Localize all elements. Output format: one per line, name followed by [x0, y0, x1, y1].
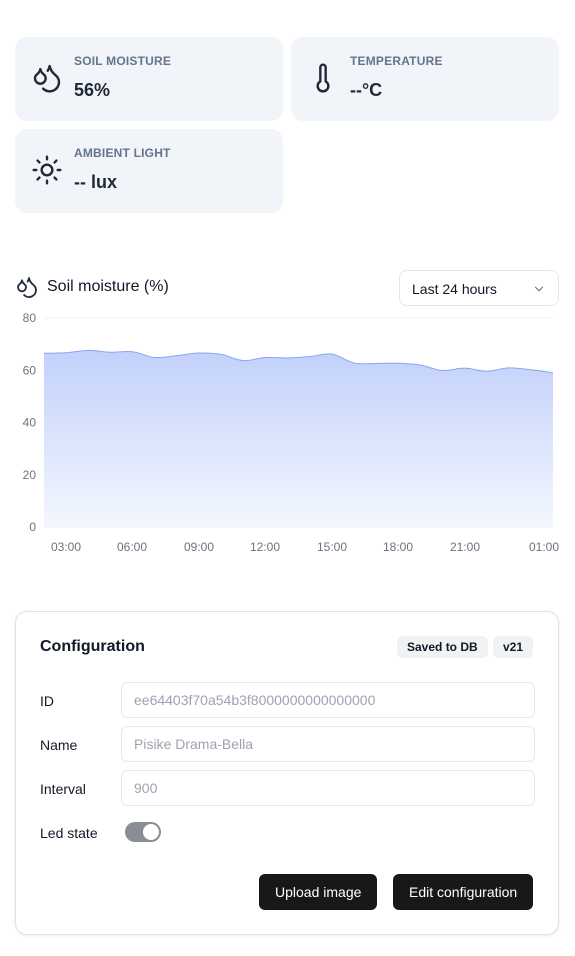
name-field[interactable] [121, 726, 535, 762]
saved-badge: Saved to DB [397, 636, 488, 658]
temperature-card: TEMPERATURE --°C [291, 37, 559, 121]
droplets-icon [33, 64, 61, 93]
time-range-value: Last 24 hours [412, 281, 497, 297]
soil-moisture-card: SOIL MOISTURE 56% [15, 37, 283, 121]
temperature-value: --°C [350, 80, 383, 100]
led-state-toggle[interactable] [125, 822, 161, 842]
id-label: ID [40, 693, 54, 709]
edit-configuration-button[interactable]: Edit configuration [393, 874, 534, 910]
interval-label: Interval [40, 781, 86, 797]
led-state-label: Led state [40, 825, 98, 841]
soil-moisture-label: SOIL MOISTURE [74, 54, 172, 68]
chart-header: Soil moisture (%) Last 24 hours [15, 270, 559, 306]
chart-title: Soil moisture (%) [47, 278, 169, 295]
ambient-light-value: -- lux [74, 172, 117, 192]
temperature-label: TEMPERATURE [350, 54, 443, 68]
series-area [44, 350, 553, 527]
y-tick-label: 60 [23, 363, 37, 377]
x-tick-label: 12:00 [250, 540, 280, 554]
x-tick-label: 03:00 [51, 540, 81, 554]
sun-icon [32, 155, 62, 185]
name-label: Name [40, 737, 78, 753]
soil-moisture-value: 56% [74, 80, 111, 100]
y-tick-label: 20 [23, 468, 37, 482]
x-tick-label: 15:00 [317, 540, 347, 554]
x-tick-label: 18:00 [383, 540, 413, 554]
version-badge: v21 [493, 636, 534, 658]
id-field[interactable] [121, 682, 535, 718]
configuration-title: Configuration [40, 638, 145, 655]
x-tick-label: 21:00 [450, 540, 480, 554]
upload-image-button[interactable]: Upload image [259, 874, 378, 910]
toggle-knob [143, 824, 159, 840]
soil-moisture-chart: 0 20 40 60 80 03:00 06:00 09:00 12:00 15:00 18:00… [23, 311, 560, 554]
y-tick-label: 40 [23, 416, 37, 430]
y-tick-label: 0 [29, 520, 36, 534]
time-range-select[interactable]: Last 24 hours [399, 270, 559, 306]
ambient-light-card: AMBIENT LIGHT -- lux [15, 129, 283, 213]
y-tick-label: 80 [23, 311, 37, 325]
configuration-card: Configuration Saved to DB v21 ID Name In… [15, 611, 559, 935]
x-tick-label: 09:00 [184, 540, 214, 554]
droplets-icon [17, 277, 37, 298]
thermometer-icon [316, 63, 330, 93]
x-tick-label: 06:00 [117, 540, 147, 554]
chevron-down-icon [534, 286, 544, 292]
interval-field[interactable] [121, 770, 535, 806]
x-tick-label: 01:00 [529, 540, 559, 554]
ambient-light-label: AMBIENT LIGHT [74, 146, 171, 160]
